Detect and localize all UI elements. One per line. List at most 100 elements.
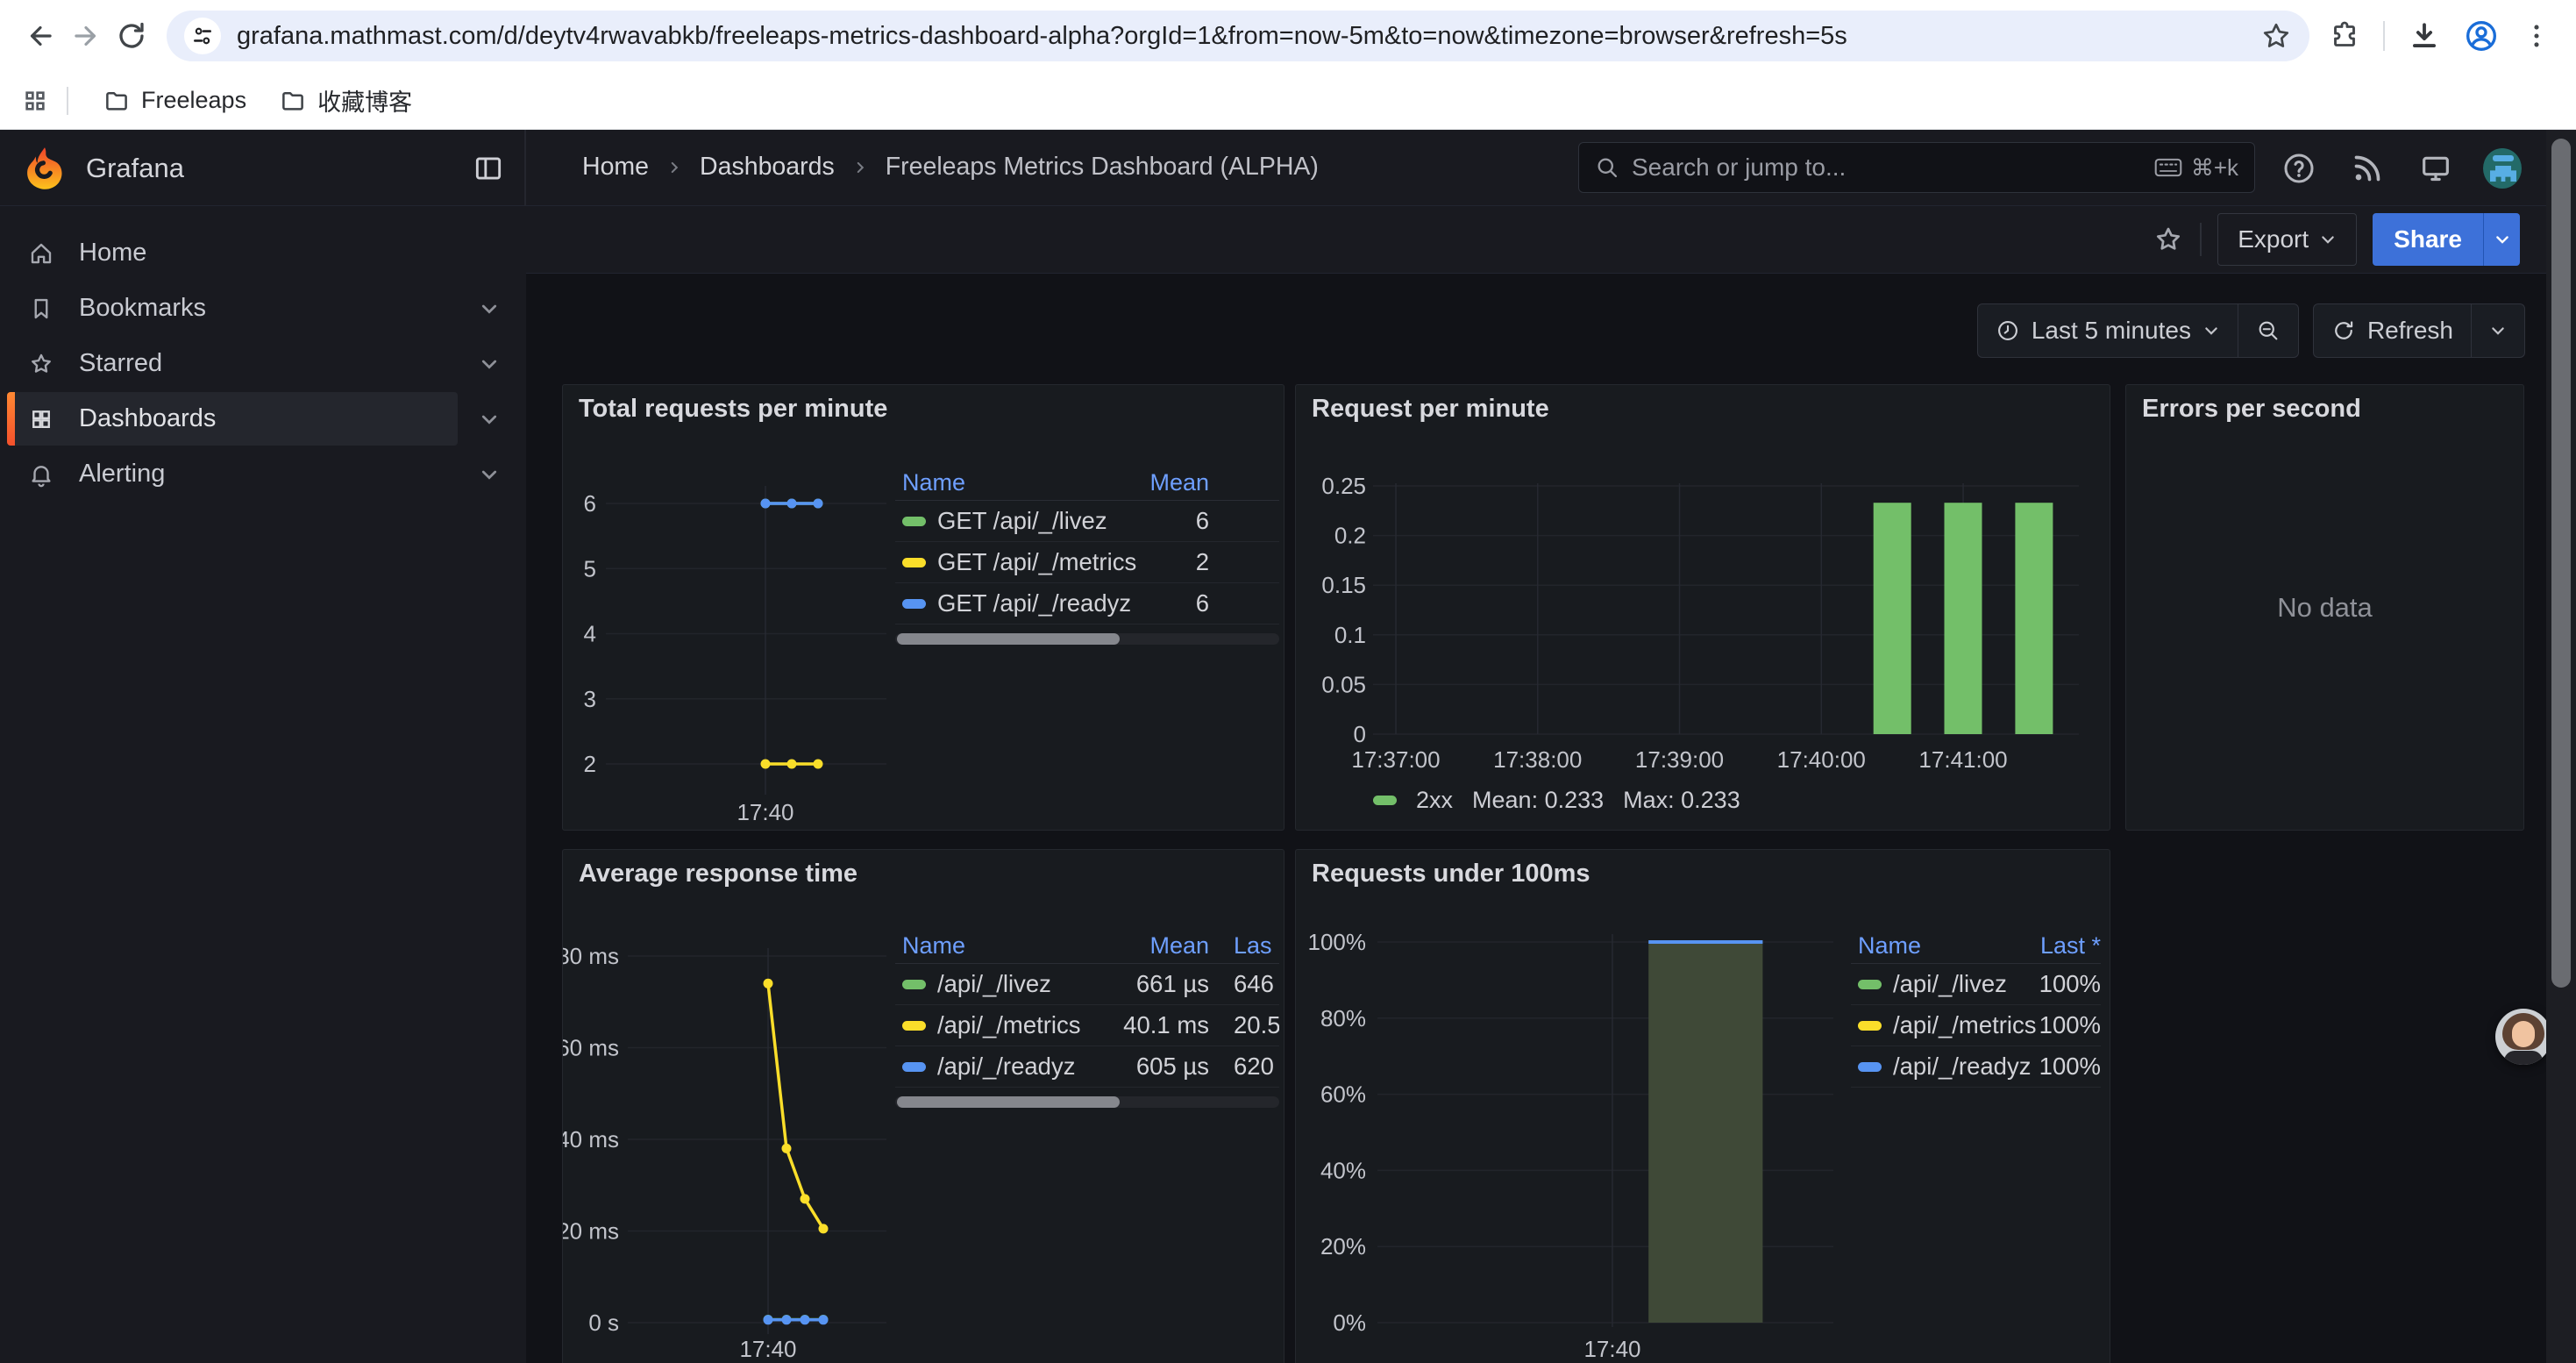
- legend-row[interactable]: GET /api/_/readyz 6: [895, 583, 1279, 624]
- downloads-icon[interactable]: [2408, 19, 2441, 53]
- legend-header-name[interactable]: Name: [1851, 932, 2004, 960]
- legend-scrollbar[interactable]: [895, 1096, 1279, 1108]
- extensions-icon[interactable]: [2329, 20, 2360, 52]
- export-button[interactable]: Export: [2217, 213, 2357, 266]
- scrollbar-thumb[interactable]: [897, 1096, 1120, 1108]
- legend-row[interactable]: /api/_/metrics 100%: [1851, 1005, 2101, 1046]
- area-chart[interactable]: 0%20%40%60%80%100%17:40: [1296, 850, 2110, 1363]
- chevron-down-icon: [2494, 231, 2511, 248]
- series-name[interactable]: /api/_/readyz: [937, 1053, 1075, 1081]
- legend-header-name[interactable]: Name: [895, 932, 1113, 960]
- breadcrumb-home[interactable]: Home: [582, 153, 649, 182]
- legend-row[interactable]: /api/_/readyz 100%: [1851, 1046, 2101, 1088]
- scrollbar-thumb[interactable]: [2551, 139, 2571, 988]
- legend-scrollbar[interactable]: [895, 633, 1279, 645]
- apps-grid-icon[interactable]: [21, 87, 49, 115]
- panel-request-per-minute: Request per minute 00.050.10.150.20.2517…: [1295, 384, 2110, 831]
- legend-header-mean[interactable]: Mean: [1113, 469, 1209, 496]
- bar-chart[interactable]: 00.050.10.150.20.2517:37:0017:38:0017:39…: [1296, 385, 2110, 830]
- legend-header-last[interactable]: Last *: [2004, 932, 2101, 960]
- search-input[interactable]: Search or jump to... ⌘+k: [1578, 142, 2255, 193]
- star-icon: [28, 351, 54, 377]
- panel-title[interactable]: Average response time: [579, 860, 857, 888]
- sidebar-item-alerting[interactable]: Alerting: [0, 446, 526, 502]
- legend-row[interactable]: /api/_/livez 100%: [1851, 964, 2101, 1005]
- panel-title[interactable]: Total requests per minute: [579, 395, 887, 424]
- legend-row[interactable]: GET /api/_/livez 6: [895, 501, 1279, 542]
- browser-reload-button[interactable]: [109, 13, 154, 59]
- sidebar-toggle-icon: [472, 152, 505, 185]
- bookmark-folder-freeleaps[interactable]: Freeleaps: [91, 82, 259, 119]
- forward-arrow-icon: [69, 19, 103, 53]
- site-settings-button[interactable]: [184, 18, 221, 54]
- series-color-pill: [902, 517, 926, 526]
- url-text[interactable]: grafana.mathmast.com/d/deytv4rwavabkb/fr…: [237, 22, 2260, 51]
- series-name[interactable]: GET /api/_/livez: [937, 507, 1107, 535]
- legend-header-last[interactable]: Las: [1209, 932, 1279, 960]
- chevron-down-icon[interactable]: [479, 298, 500, 319]
- page-scrollbar[interactable]: [2546, 130, 2576, 1363]
- series-name[interactable]: 2xx: [1416, 787, 1453, 814]
- grafana-app: Grafana Home Dashboards Freeleaps Metric…: [0, 130, 2576, 1363]
- browser-forward-button[interactable]: [63, 13, 109, 59]
- svg-text:17:39:00: 17:39:00: [1635, 746, 1724, 773]
- svg-text:0: 0: [1354, 721, 1366, 747]
- browser-menu-icon[interactable]: [2522, 21, 2551, 51]
- series-mean: 6: [1113, 507, 1209, 535]
- chevron-down-icon[interactable]: [479, 464, 500, 485]
- series-name[interactable]: GET /api/_/readyz: [937, 589, 1131, 617]
- url-bar[interactable]: grafana.mathmast.com/d/deytv4rwavabkb/fr…: [167, 11, 2309, 61]
- panel-title[interactable]: Requests under 100ms: [1312, 860, 1590, 888]
- series-color-pill: [902, 599, 926, 609]
- legend-header-mean[interactable]: Mean: [1113, 932, 1209, 960]
- grafana-logo[interactable]: [23, 146, 67, 189]
- series-name[interactable]: GET /api/_/metrics: [937, 548, 1136, 576]
- toolbar-divider: [2200, 223, 2202, 256]
- display-button[interactable]: [2416, 149, 2455, 188]
- bookmark-folder-blogs[interactable]: 收藏博客: [267, 78, 424, 123]
- sidebar-item-starred[interactable]: Starred: [0, 336, 526, 391]
- chevron-down-icon[interactable]: [479, 409, 500, 430]
- svg-text:5: 5: [584, 555, 596, 582]
- series-name[interactable]: /api/_/metrics: [937, 1011, 1081, 1039]
- series-name[interactable]: /api/_/livez: [937, 970, 1051, 998]
- assistant-avatar[interactable]: [2495, 1009, 2551, 1065]
- zoom-out-button[interactable]: [2238, 304, 2298, 357]
- bookmark-star-icon[interactable]: [2260, 20, 2292, 52]
- user-avatar[interactable]: [2483, 149, 2522, 188]
- series-name[interactable]: /api/_/livez: [1893, 970, 2007, 998]
- legend-row[interactable]: /api/_/livez 661 µs 646: [895, 964, 1279, 1005]
- grafana-brand[interactable]: Grafana: [86, 153, 184, 184]
- browser-actions: [2329, 18, 2551, 54]
- share-menu-button[interactable]: [2483, 213, 2520, 266]
- series-color-pill: [1858, 1062, 1882, 1072]
- svg-text:20 ms: 20 ms: [563, 1218, 619, 1245]
- scrollbar-thumb[interactable]: [897, 633, 1120, 645]
- time-range-picker[interactable]: Last 5 minutes: [1978, 304, 2238, 357]
- browser-profile-icon[interactable]: [2464, 18, 2499, 54]
- refresh-button[interactable]: Refresh: [2314, 304, 2471, 357]
- sidebar-item-bookmarks[interactable]: Bookmarks: [0, 281, 526, 336]
- sidebar-item-home[interactable]: Home: [0, 225, 526, 281]
- share-button[interactable]: Share: [2373, 213, 2483, 266]
- legend-row[interactable]: GET /api/_/metrics 2: [895, 542, 1279, 583]
- help-button[interactable]: [2280, 149, 2318, 188]
- panel-title[interactable]: Errors per second: [2142, 395, 2361, 424]
- chevron-down-icon[interactable]: [479, 353, 500, 375]
- star-outline-icon: [2153, 224, 2184, 255]
- legend-header-name[interactable]: Name: [895, 469, 1113, 496]
- series-mean: 661 µs: [1113, 970, 1209, 998]
- keyboard-icon: [2154, 157, 2182, 178]
- favorite-dashboard-button[interactable]: [2153, 224, 2184, 255]
- news-button[interactable]: [2348, 149, 2387, 188]
- refresh-interval-button[interactable]: [2471, 304, 2524, 357]
- legend-row[interactable]: /api/_/readyz 605 µs 620: [895, 1046, 1279, 1088]
- sidebar-toggle-button[interactable]: [472, 152, 505, 185]
- series-last: 100%: [2004, 1011, 2101, 1039]
- sidebar-item-dashboards[interactable]: Dashboards: [0, 391, 526, 446]
- series-color-pill: [902, 558, 926, 567]
- breadcrumb-dashboards[interactable]: Dashboards: [700, 153, 835, 182]
- panel-title[interactable]: Request per minute: [1312, 395, 1549, 424]
- browser-back-button[interactable]: [18, 13, 63, 59]
- legend-row[interactable]: /api/_/metrics 40.1 ms 20.5 r: [895, 1005, 1279, 1046]
